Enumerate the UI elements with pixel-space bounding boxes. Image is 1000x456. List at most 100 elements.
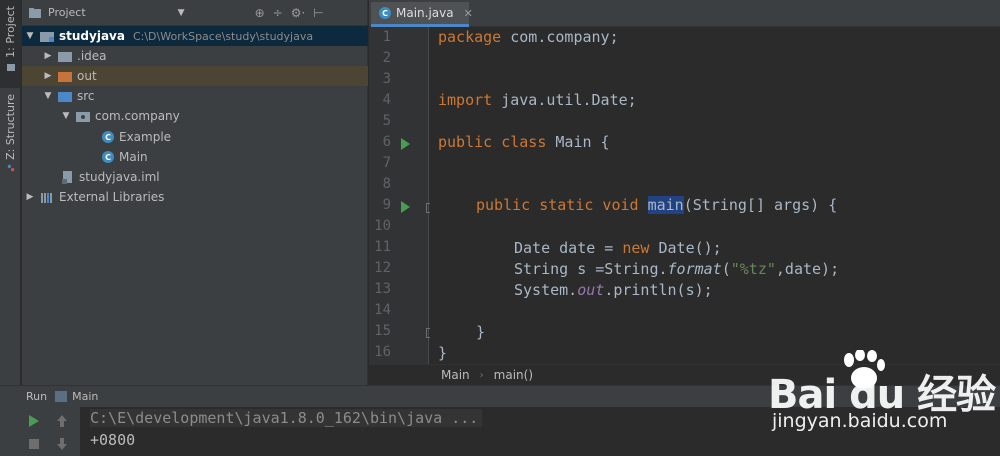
project-tool-tab-label: 1: Project <box>4 6 17 58</box>
tree-item-example[interactable]: C Example <box>22 127 368 147</box>
keyword: import <box>438 91 493 109</box>
hide-panel-icon[interactable]: ⊢ <box>313 6 323 20</box>
code-line-16: } <box>438 344 448 362</box>
line-number: 4 <box>382 92 391 108</box>
tree-item-com-company[interactable]: ▼ com.company <box>22 106 368 126</box>
run-panel-title: Run <box>26 390 48 403</box>
string-literal: "%tz" <box>730 260 776 278</box>
code-line-9: public static void main(String[] args) { <box>476 196 837 214</box>
java-class-icon: C <box>379 7 391 19</box>
scroll-from-source-icon[interactable]: ⊕ <box>255 6 265 20</box>
collapse-arrow-icon[interactable]: ▶ <box>24 192 36 202</box>
code-line-6: public class Main { <box>438 133 610 151</box>
tree-item-external-libraries[interactable]: ▶ External Libraries <box>22 187 368 207</box>
line-number: 1 <box>382 29 391 45</box>
keyword: package <box>438 28 502 46</box>
line-number: 16 <box>374 344 391 360</box>
run-config-icon <box>55 391 68 402</box>
package-icon <box>76 111 90 122</box>
line-number: 8 <box>382 176 391 192</box>
source-folder-icon <box>58 91 72 102</box>
line-number: 11 <box>374 239 391 255</box>
editor-gutter: 1 2 3 4 5 6 7 8 9 10 11 12 13 14 15 16 <box>369 27 436 364</box>
line-number: 15 <box>374 323 391 339</box>
code-text: Main { <box>546 133 610 151</box>
tree-item-label: studyjava <box>59 29 125 43</box>
structure-tool-tab-label: Z: Structure <box>4 94 17 160</box>
line-number: 3 <box>382 71 391 87</box>
tree-item-studyjava[interactable]: ▼ studyjava C:\D\WorkSpace\study\studyja… <box>22 26 368 46</box>
static-field: out <box>577 281 605 299</box>
baidu-watermark: Bai du 经验 jingyan.baidu.com <box>768 350 1000 456</box>
java-class-icon: C <box>102 131 114 143</box>
keyword: new <box>622 239 650 257</box>
code-editor[interactable]: package com.company; import java.util.Da… <box>430 27 1000 364</box>
run-toolbar <box>0 407 80 456</box>
highlighted-method-name: main <box>647 196 684 214</box>
up-arrow-icon[interactable] <box>56 414 68 428</box>
expand-arrow-icon[interactable]: ▼ <box>24 31 36 41</box>
static-method: format <box>667 260 722 278</box>
breadcrumb-class[interactable]: Main <box>441 368 470 382</box>
tree-item-src[interactable]: ▼ src <box>22 86 368 106</box>
rerun-icon[interactable] <box>28 414 40 428</box>
breadcrumb-gutter <box>369 364 430 385</box>
code-text: System. <box>514 281 578 299</box>
console-output-line: +0800 <box>90 431 136 449</box>
settings-gear-icon[interactable]: ⚙· <box>291 6 306 20</box>
structure-tool-tab[interactable]: Z: Structure <box>0 90 21 172</box>
tree-item-label: Main <box>119 150 148 164</box>
stop-icon[interactable] <box>28 438 40 450</box>
collapse-arrow-icon[interactable]: ▶ <box>42 71 54 81</box>
tree-item-out[interactable]: ▶ out <box>22 66 368 86</box>
line-number: 2 <box>382 50 391 66</box>
tree-item-idea[interactable]: ▶ .idea <box>22 46 368 66</box>
code-line-11: Date date = new Date(); <box>514 239 722 257</box>
keyword: public class <box>438 133 547 151</box>
down-arrow-icon[interactable] <box>56 437 68 451</box>
run-method-icon[interactable] <box>401 201 410 213</box>
folder-icon <box>6 63 15 71</box>
project-folder-icon <box>29 7 41 18</box>
code-line-13: System.out.println(s); <box>514 281 713 299</box>
tree-item-label: out <box>77 69 97 83</box>
code-text: ( <box>721 260 731 278</box>
keyword: public static void <box>476 196 639 214</box>
code-text: com.company; <box>501 28 619 46</box>
code-line-1: package com.company; <box>438 28 619 46</box>
module-path: C:\D\WorkSpace\study\studyjava <box>132 29 314 43</box>
collapse-all-icon[interactable]: ÷ <box>273 6 283 20</box>
code-text: java.util.Date; <box>492 91 637 109</box>
line-number: 13 <box>374 281 391 297</box>
line-number: 6 <box>382 134 391 150</box>
tree-item-main[interactable]: C Main <box>22 147 368 167</box>
structure-icon <box>7 164 14 172</box>
close-tab-icon[interactable]: ✕ <box>464 7 473 20</box>
project-panel-title: Project <box>48 6 86 19</box>
project-tool-tab[interactable]: 1: Project <box>0 0 21 88</box>
tree-item-label: Example <box>119 130 172 144</box>
library-icon <box>41 192 52 203</box>
tree-item-label: .idea <box>77 49 107 63</box>
collapse-arrow-icon[interactable]: ▶ <box>42 51 54 61</box>
code-line-12: String s =String.format("%tz",date); <box>514 260 839 278</box>
code-line-4: import java.util.Date; <box>438 91 637 109</box>
run-config-name[interactable]: Main <box>72 390 98 403</box>
folder-icon <box>58 51 72 62</box>
tree-item-label: com.company <box>95 109 180 123</box>
line-number: 7 <box>382 155 391 171</box>
run-class-icon[interactable] <box>401 138 410 150</box>
project-panel-header: Project ▼ ⊕ ÷ ⚙· ⊢ <box>22 0 367 26</box>
line-number: 10 <box>374 218 391 234</box>
watermark-url: jingyan.baidu.com <box>772 410 948 432</box>
line-number: 14 <box>374 302 391 318</box>
expand-arrow-icon[interactable]: ▼ <box>60 111 72 121</box>
tree-item-label: studyjava.iml <box>79 170 160 184</box>
tree-item-studyjava-iml[interactable]: studyjava.iml <box>22 167 368 187</box>
view-dropdown-arrow[interactable]: ▼ <box>178 8 185 18</box>
breadcrumb-method[interactable]: main() <box>494 368 533 382</box>
tab-main-java[interactable]: C Main.java ✕ <box>371 2 473 27</box>
expand-arrow-icon[interactable]: ▼ <box>42 91 54 101</box>
editor-tab-bar: C Main.java ✕ <box>369 0 1000 27</box>
line-number: 12 <box>374 260 391 276</box>
